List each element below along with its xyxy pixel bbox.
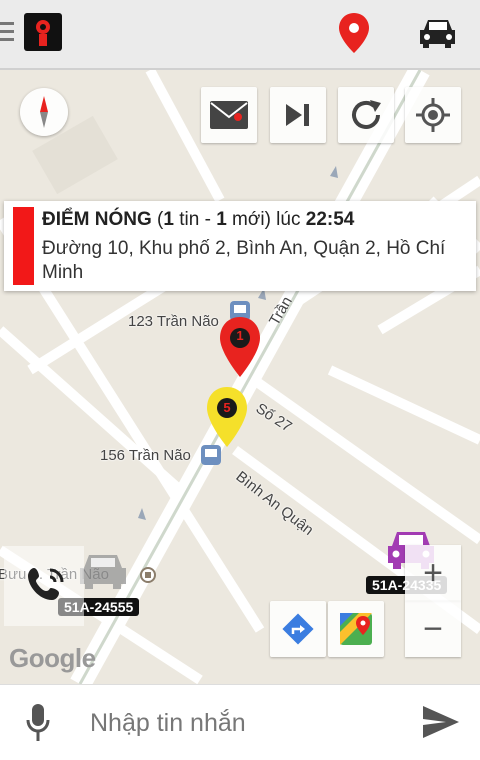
top-bar <box>0 0 480 70</box>
map-label-123-tran-nao: 123 Trần Não <box>128 313 219 330</box>
info-tin-text: tin - <box>173 209 217 230</box>
info-tin-count: 1 <box>163 209 174 230</box>
post-office-icon[interactable] <box>139 566 157 584</box>
marker-count: 5 <box>223 400 231 415</box>
call-button[interactable] <box>4 546 84 626</box>
hotspot-marker-yellow[interactable]: 5 <box>205 386 249 448</box>
info-moi-text: mới) lúc <box>226 209 306 230</box>
app-logo[interactable] <box>24 13 62 51</box>
map-view[interactable]: 123 Trần Não 156 Trần Não Số 27 Bình An … <box>0 70 480 684</box>
refresh-icon <box>352 100 381 129</box>
my-location-button[interactable] <box>405 87 461 143</box>
refresh-button[interactable] <box>338 87 394 143</box>
map-label-156-tran-nao: 156 Trần Não <box>100 447 191 464</box>
info-accent-bar <box>13 207 34 285</box>
map-pin-icon[interactable] <box>337 12 371 59</box>
info-address: Đường 10, Khu phố 2, Bình An, Quận 2, Hồ… <box>42 238 446 283</box>
microphone-icon[interactable] <box>26 703 50 743</box>
car-icon[interactable] <box>418 16 458 55</box>
zoom-in-button[interactable]: + <box>405 545 461 601</box>
skip-next-icon <box>286 104 309 126</box>
marker-count: 1 <box>236 328 244 343</box>
menu-icon[interactable] <box>0 22 14 44</box>
info-title: ĐIỂM NÓNG <box>42 209 152 230</box>
google-logo: Google <box>9 643 96 673</box>
car-marker-icon[interactable] <box>76 550 130 592</box>
google-maps-button[interactable] <box>328 601 384 657</box>
zoom-out-button[interactable]: − <box>405 601 461 657</box>
compass-icon[interactable] <box>20 88 68 136</box>
mail-button[interactable] <box>201 87 257 143</box>
phone-icon <box>28 568 64 600</box>
directions-button[interactable] <box>270 601 326 657</box>
info-time: 22:54 <box>305 209 355 230</box>
info-moi-count: 1 <box>216 209 227 230</box>
send-icon[interactable] <box>422 705 460 739</box>
skip-next-button[interactable] <box>270 87 326 143</box>
google-maps-icon <box>340 613 372 645</box>
mail-icon <box>210 101 248 129</box>
my-location-icon <box>416 98 450 132</box>
directions-icon <box>282 613 314 645</box>
message-input[interactable] <box>88 703 402 743</box>
message-bar <box>0 684 480 760</box>
hotspot-info-card[interactable]: ĐIỂM NÓNG (1 tin - 1 mới) lúc 22:54 Đườn… <box>4 201 476 291</box>
info-open-paren: ( <box>151 209 164 230</box>
hotspot-marker-red[interactable]: 1 <box>218 316 262 378</box>
info-title-line: ĐIỂM NÓNG (1 tin - 1 mới) lúc 22:54 <box>42 209 354 231</box>
